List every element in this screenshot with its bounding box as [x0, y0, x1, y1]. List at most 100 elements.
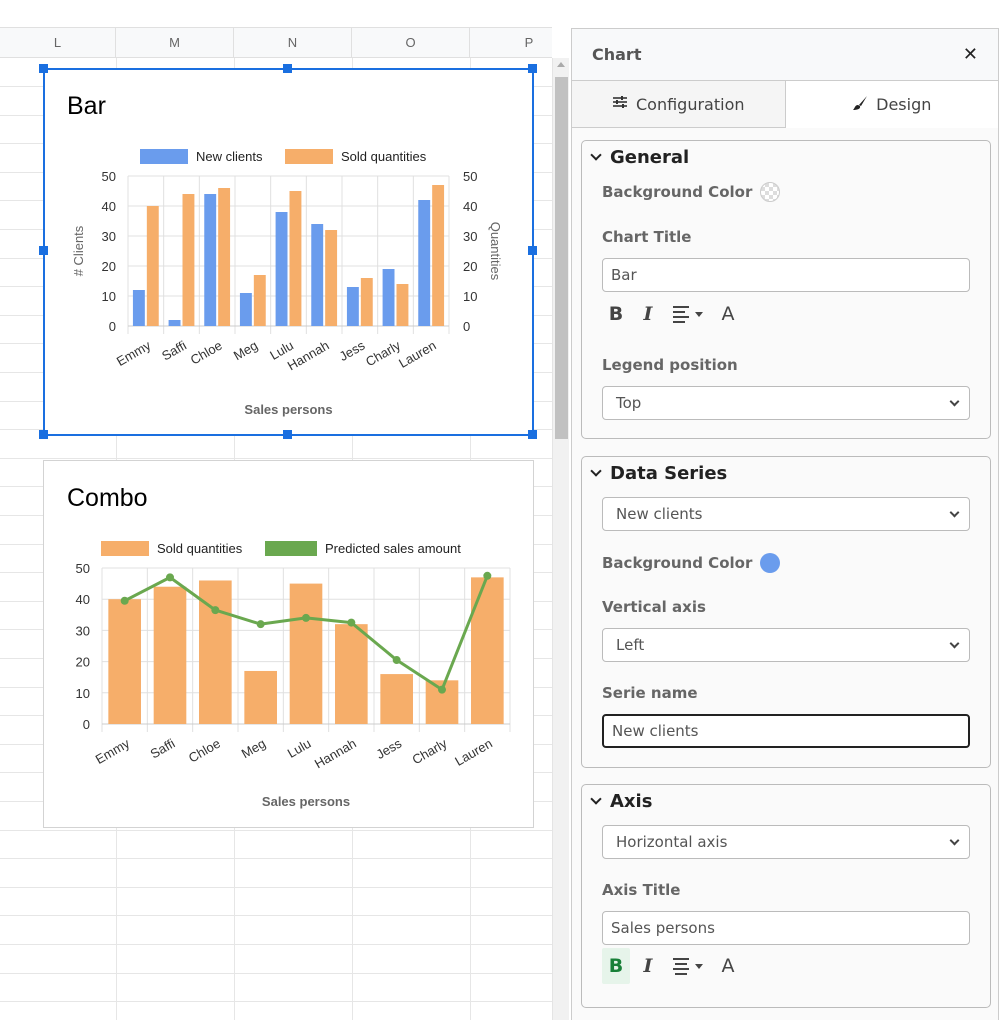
combo-chart-figure[interactable]: Combo 0 10 20 30 40 50 Emmy Saffi Chloe Meg Lulu Ha…	[43, 460, 534, 828]
bar-new-clients	[239, 293, 252, 326]
data-series-select[interactable]: New clients	[602, 497, 970, 531]
axis-select-value: Horizontal axis	[616, 833, 728, 851]
background-color-swatch[interactable]	[760, 182, 781, 202]
legend-swatch	[101, 541, 149, 556]
scroll-up-arrow-icon[interactable]	[557, 62, 565, 67]
tab-configuration[interactable]: Configuration	[572, 81, 786, 128]
legend-label: Sold quantities	[341, 149, 427, 164]
serie-name-input[interactable]: New clients	[602, 714, 970, 748]
caret-down-icon	[695, 311, 703, 317]
bold-button[interactable]: B	[602, 948, 630, 984]
vertical-axis-select[interactable]: Left	[602, 628, 970, 662]
bar-sold-quantities	[182, 194, 195, 326]
bar-sold-quantities	[380, 674, 413, 724]
resize-handle-top-right[interactable]	[528, 64, 537, 73]
resize-handle-bottom-right[interactable]	[528, 430, 537, 439]
x-tick-label: Jess	[374, 735, 405, 762]
legend-label: Predicted sales amount	[325, 541, 461, 556]
y-tick-label: 50	[76, 561, 90, 576]
italic-button[interactable]: I	[634, 296, 662, 332]
legend-label: Sold quantities	[157, 541, 243, 556]
line-point	[120, 596, 129, 605]
legend-position-label: Legend position	[602, 356, 738, 374]
align-dropdown-button[interactable]	[666, 296, 710, 332]
bar-sold-quantities	[471, 577, 504, 724]
legend-swatch	[265, 541, 317, 556]
vertical-scrollbar[interactable]	[552, 58, 569, 1020]
column-header-n[interactable]: N	[234, 28, 352, 58]
vertical-axis-label: Vertical axis	[602, 598, 706, 616]
bar-sold-quantities	[289, 191, 302, 326]
resize-handle-right[interactable]	[528, 246, 537, 255]
column-header-o[interactable]: O	[352, 28, 470, 58]
scrollbar-thumb[interactable]	[555, 77, 568, 439]
legend-swatch	[140, 149, 188, 164]
bar-chart-canvas: 0 0 10 10 20 20 30 30 40 40 50 50 Emmy SaffiChloe Meg L…	[71, 149, 503, 417]
y-tick-label: 10	[76, 686, 90, 701]
resize-handle-top[interactable]	[283, 64, 292, 73]
bar-new-clients	[311, 224, 324, 326]
section-title: Axis	[610, 791, 653, 812]
tab-configuration-label: Configuration	[635, 94, 745, 114]
x-tick-label: Emmy	[93, 735, 133, 767]
panel-title: Chart	[592, 45, 642, 64]
font-color-button[interactable]: A	[714, 296, 742, 332]
y-right-axis-title: Quantities	[488, 222, 503, 281]
close-icon[interactable]: ✕	[963, 44, 978, 65]
y-tick-label: 30	[102, 229, 116, 244]
y-right-tick-label: 40	[463, 199, 477, 214]
general-section-toggle[interactable]: General	[590, 147, 690, 168]
bar-sold-quantities	[432, 185, 445, 326]
y-tick-label: 40	[76, 592, 90, 607]
chart-title-input[interactable]: Bar	[602, 258, 970, 292]
chart-side-panel: Chart ✕ Configuration Design General Bac…	[571, 28, 999, 1020]
x-tick-label: Meg	[231, 338, 260, 364]
general-section: General Background Color Chart Title Bar…	[581, 140, 991, 439]
bar-sold-quantities	[325, 230, 338, 326]
x-axis-title: Sales persons	[244, 402, 332, 417]
column-header-l[interactable]: L	[0, 28, 116, 58]
resize-handle-bottom[interactable]	[283, 430, 292, 439]
x-tick-label: Saffi	[148, 736, 178, 762]
resize-handle-bottom-left[interactable]	[39, 430, 48, 439]
align-center-icon	[673, 957, 689, 975]
bar-new-clients	[346, 287, 359, 326]
font-color-button[interactable]: A	[714, 948, 742, 984]
axis-title-input[interactable]: Sales persons	[602, 911, 970, 945]
line-point	[392, 656, 401, 665]
bar-sold-quantities	[335, 624, 368, 724]
series-background-color-row: Background Color	[602, 553, 781, 573]
spreadsheet-grid[interactable]: L M N O P Bar 0 0 10 10 20 20 30 30 40 40 50 50 Emmy…	[0, 0, 552, 1020]
series-background-color-label: Background Color	[602, 554, 753, 572]
legend-position-select[interactable]: Top	[602, 386, 970, 420]
line-point	[347, 618, 356, 627]
series-color-swatch[interactable]	[760, 553, 781, 573]
bar-sold-quantities	[146, 206, 159, 326]
bar-new-clients	[418, 200, 431, 326]
chevron-down-icon	[949, 638, 960, 649]
column-header-m[interactable]: M	[116, 28, 234, 58]
y-tick-label: 0	[109, 319, 116, 334]
bold-button[interactable]: B	[602, 296, 630, 332]
italic-button[interactable]: I	[634, 948, 662, 984]
resize-handle-top-left[interactable]	[39, 64, 48, 73]
title-format-toolbar: B I A	[602, 296, 742, 332]
x-tick-label: Hannah	[285, 338, 332, 374]
data-series-section-toggle[interactable]: Data Series	[590, 463, 727, 484]
align-dropdown-button[interactable]	[666, 948, 710, 984]
tab-design[interactable]: Design	[785, 81, 998, 128]
x-tick-label: Hannah	[312, 736, 359, 772]
panel-tabs: Configuration Design	[572, 81, 998, 128]
column-header-p[interactable]: P	[470, 28, 552, 58]
resize-handle-left[interactable]	[39, 246, 48, 255]
axis-select[interactable]: Horizontal axis	[602, 825, 970, 859]
axis-section-toggle[interactable]: Axis	[590, 791, 653, 812]
legend-swatch	[285, 149, 333, 164]
bar-new-clients	[275, 212, 288, 326]
bar-sold-quantities	[253, 275, 266, 326]
bar-chart-figure[interactable]: Bar 0 0 10 10 20 20 30 30 40 40 50 50 Emmy Saffi Chloe…	[43, 68, 534, 436]
data-series-value: New clients	[616, 505, 703, 523]
section-title: General	[610, 147, 690, 168]
x-tick-label: Lauren	[452, 736, 495, 769]
chevron-down-icon	[590, 793, 602, 805]
